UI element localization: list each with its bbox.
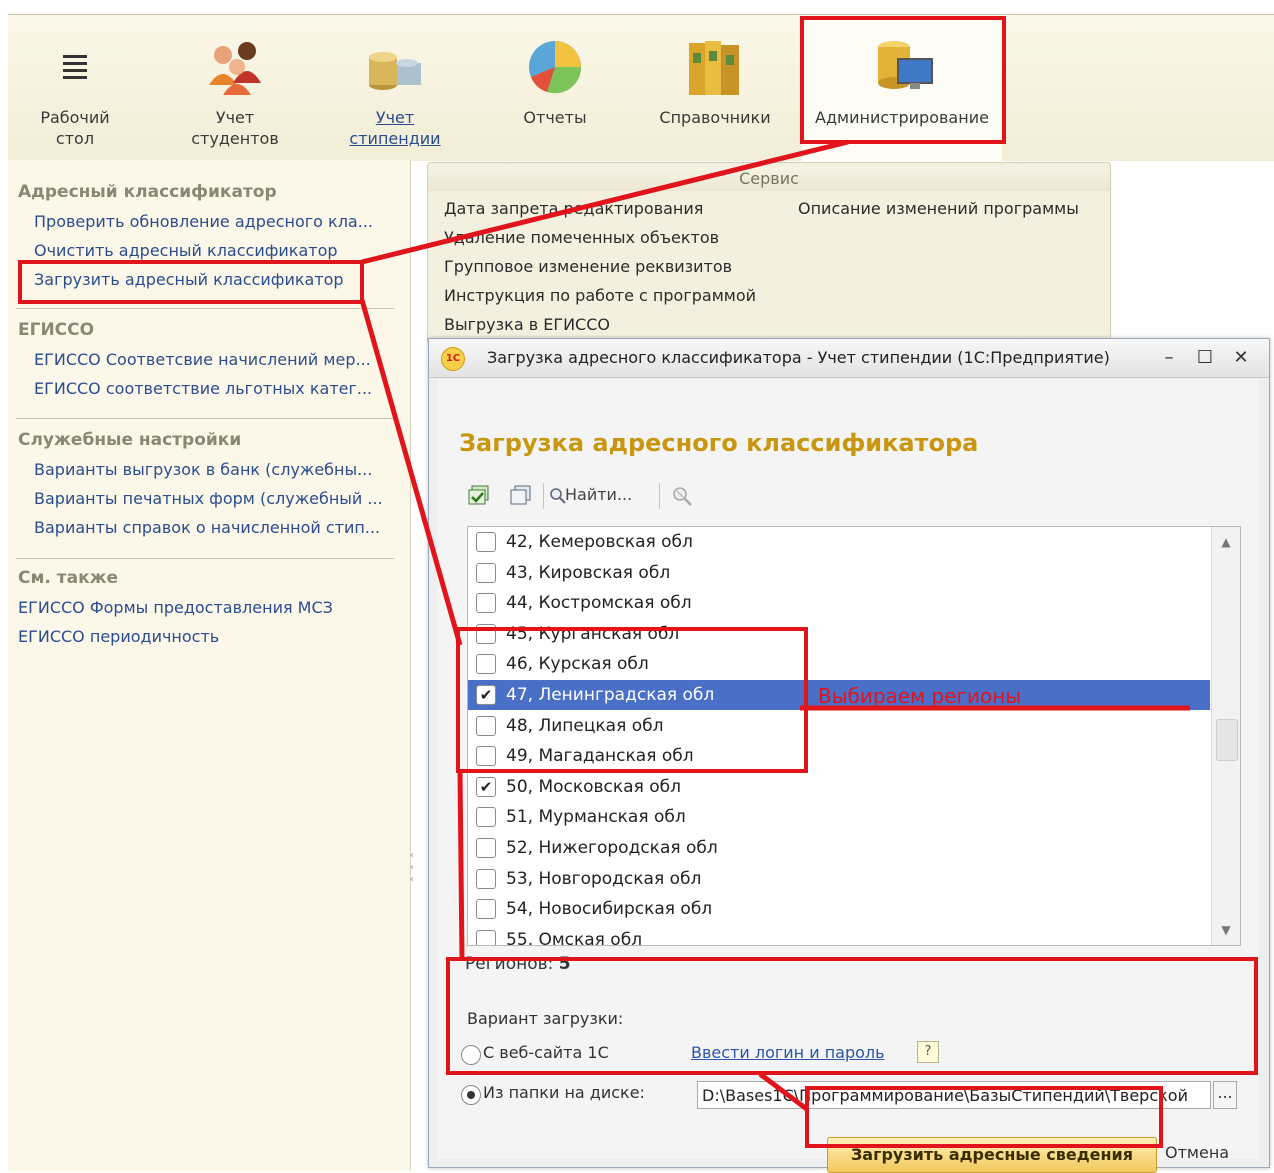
highlight-load-variant — [446, 957, 1258, 1075]
highlight-administration — [800, 16, 1006, 144]
highlight-load-link — [18, 260, 364, 304]
app-window: Рабочий стол Учет студентов Учет стипенд… — [0, 0, 1274, 1173]
annotation-line — [361, 139, 849, 265]
annotation-line — [457, 769, 465, 961]
highlight-load-button — [805, 1086, 1163, 1148]
highlight-selected-regions — [456, 627, 808, 773]
annotation-label: Выбираем регионы — [818, 684, 1022, 708]
annotation-line — [758, 1072, 810, 1112]
annotation-line — [359, 299, 463, 646]
